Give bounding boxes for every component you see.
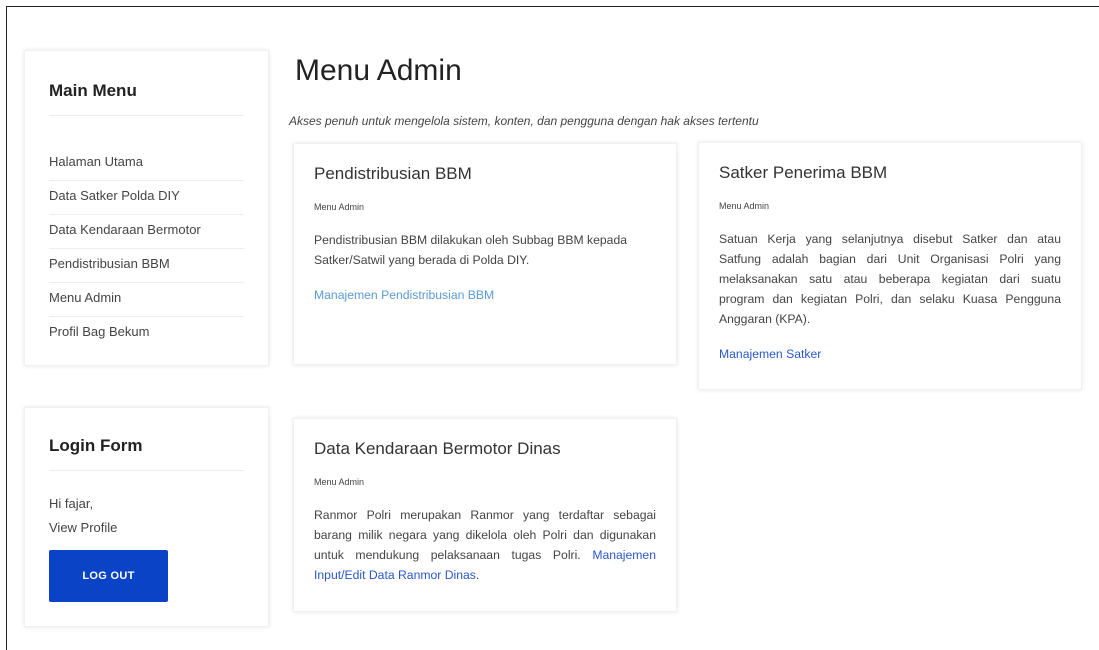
login-title: Login Form bbox=[49, 436, 143, 455]
manajemen-pendistribusian-link[interactable]: Manajemen Pendistribusian BBM bbox=[314, 288, 494, 302]
login-panel: Login Form Hi fajar, View Profile LOG OU… bbox=[24, 407, 269, 627]
main-menu-list: Halaman Utama Data Satker Polda DIY Data… bbox=[49, 147, 244, 351]
logout-button[interactable]: LOG OUT bbox=[49, 550, 168, 602]
card-kendaraan: Data Kendaraan Bermotor Dinas Menu Admin… bbox=[293, 418, 677, 612]
page-subtitle: Akses penuh untuk mengelola sistem, kont… bbox=[289, 114, 759, 128]
view-profile-link[interactable]: View Profile bbox=[49, 520, 117, 535]
card-subtitle: Menu Admin bbox=[719, 201, 770, 211]
card-pendistribusian: Pendistribusian BBM Menu Admin Pendistri… bbox=[293, 143, 677, 365]
main-menu-divider bbox=[49, 115, 244, 116]
login-divider bbox=[49, 470, 244, 471]
card-description-block: Ranmor Polri merupakan Ranmor yang terda… bbox=[314, 505, 656, 585]
sidebar-item-data-satker[interactable]: Data Satker Polda DIY bbox=[49, 181, 244, 215]
main-menu-title: Main Menu bbox=[49, 81, 137, 100]
sidebar-item-halaman-utama[interactable]: Halaman Utama bbox=[49, 147, 244, 181]
page-title: Menu Admin bbox=[295, 54, 462, 87]
main-menu-panel: Main Menu Halaman Utama Data Satker Pold… bbox=[24, 50, 269, 366]
card-satker: Satker Penerima BBM Menu Admin Satuan Ke… bbox=[698, 142, 1082, 390]
card-title: Data Kendaraan Bermotor Dinas bbox=[314, 439, 561, 458]
card-description: Satuan Kerja yang selanjutnya disebut Sa… bbox=[719, 232, 1061, 326]
sidebar-item-menu-admin[interactable]: Menu Admin bbox=[49, 283, 244, 317]
greeting-text: Hi fajar, bbox=[49, 496, 94, 511]
link-period: . bbox=[475, 568, 480, 582]
manajemen-satker-link[interactable]: Manajemen Satker bbox=[719, 347, 821, 361]
card-description: Pendistribusian BBM dilakukan oleh Subba… bbox=[314, 233, 628, 267]
card-subtitle: Menu Admin bbox=[314, 202, 365, 212]
sidebar-item-profil[interactable]: Profil Bag Bekum bbox=[49, 317, 244, 351]
sidebar-item-data-kendaraan[interactable]: Data Kendaraan Bermotor bbox=[49, 215, 244, 249]
card-subtitle: Menu Admin bbox=[314, 477, 365, 487]
sidebar-item-pendistribusian[interactable]: Pendistribusian BBM bbox=[49, 249, 244, 283]
card-title: Pendistribusian BBM bbox=[314, 164, 472, 183]
card-title: Satker Penerima BBM bbox=[719, 163, 888, 182]
